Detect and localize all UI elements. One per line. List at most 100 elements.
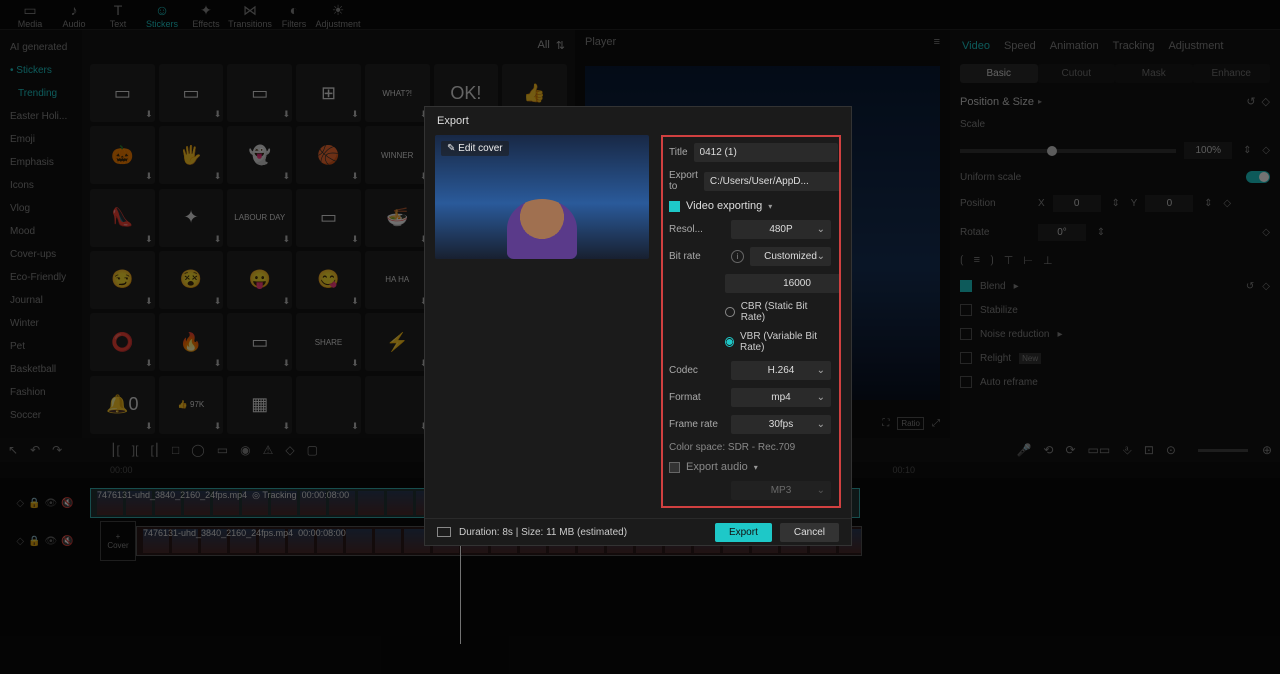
sticker-tile[interactable]: 😏⬇ bbox=[90, 251, 155, 309]
keyframe-icon[interactable]: ◇ bbox=[1262, 227, 1270, 238]
sticker-tile[interactable]: LABOUR DAY⬇ bbox=[227, 189, 292, 247]
tab-animation[interactable]: Animation bbox=[1050, 40, 1099, 52]
sidebar-item[interactable]: Icons bbox=[0, 174, 82, 197]
keyframe-icon[interactable]: ◇ bbox=[1262, 145, 1270, 156]
tool-text[interactable]: TText bbox=[96, 2, 140, 29]
sticker-tile[interactable]: ▦⬇ bbox=[227, 376, 292, 434]
kbps-input[interactable] bbox=[725, 274, 841, 293]
stepper-icon[interactable]: ⇕ bbox=[1094, 227, 1108, 238]
tl-tool-icon[interactable]: ▭ bbox=[217, 443, 228, 457]
tl-tool-icon[interactable]: ↶ bbox=[30, 443, 40, 457]
resolution-select[interactable]: 480P bbox=[731, 220, 831, 239]
tl-tool-icon[interactable]: □ bbox=[172, 443, 179, 457]
cover-button[interactable]: +Cover bbox=[100, 521, 136, 561]
subtab-mask[interactable]: Mask bbox=[1115, 64, 1193, 83]
tl-tool-icon[interactable]: ↖ bbox=[8, 443, 18, 457]
sidebar-item[interactable]: Vlog bbox=[0, 197, 82, 220]
info-icon[interactable]: i bbox=[731, 250, 744, 263]
tl-tool-icon[interactable]: ⊡ bbox=[1144, 443, 1154, 458]
rotate-input[interactable] bbox=[1038, 224, 1086, 241]
sticker-tile[interactable]: ⊞⬇ bbox=[296, 64, 361, 122]
pos-x-input[interactable] bbox=[1053, 195, 1101, 212]
stepper-icon[interactable]: ⇕ bbox=[1109, 198, 1123, 209]
cover-preview[interactable]: ✎ Edit cover bbox=[435, 135, 649, 259]
tl-tool-icon[interactable]: 🎤 bbox=[1016, 443, 1031, 458]
audio-export-check[interactable] bbox=[669, 462, 680, 473]
sidebar-item[interactable]: Emphasis bbox=[0, 151, 82, 174]
tl-tool-icon[interactable]: ◉ bbox=[240, 443, 250, 457]
tab-video[interactable]: Video bbox=[962, 40, 990, 52]
tl-tool-icon[interactable]: ↷ bbox=[52, 443, 62, 457]
title-input[interactable] bbox=[694, 143, 838, 162]
subtab-enhance[interactable]: Enhance bbox=[1193, 64, 1271, 83]
sticker-tile[interactable]: 🖐⬇ bbox=[159, 126, 224, 184]
track-controls[interactable]: ◇🔒👁🔇 bbox=[0, 498, 90, 509]
relight-check[interactable] bbox=[960, 352, 972, 364]
subtab-cutout[interactable]: Cutout bbox=[1038, 64, 1116, 83]
tool-stickers[interactable]: ☺Stickers bbox=[140, 2, 184, 29]
tl-tool-icon[interactable]: ⎀ bbox=[1122, 443, 1132, 458]
sidebar-item[interactable]: Pet bbox=[0, 335, 82, 358]
reset-icon[interactable]: ↺ bbox=[1246, 95, 1255, 108]
zoom-fit-icon[interactable]: ⊕ bbox=[1262, 443, 1272, 457]
align-buttons[interactable]: ⟮≡⟯⊤⊢⊥ bbox=[960, 250, 1270, 271]
pos-y-input[interactable] bbox=[1145, 195, 1193, 212]
sidebar-item[interactable]: Winter bbox=[0, 312, 82, 335]
noise-check[interactable] bbox=[960, 328, 972, 340]
stepper-icon[interactable]: ⇕ bbox=[1240, 145, 1254, 156]
sidebar-item[interactable]: Fashion bbox=[0, 381, 82, 404]
tab-tracking[interactable]: Tracking bbox=[1113, 40, 1155, 52]
sidebar-item[interactable]: Journal bbox=[0, 289, 82, 312]
sidebar-item[interactable]: Eco-Friendly bbox=[0, 266, 82, 289]
blend-check[interactable] bbox=[960, 280, 972, 292]
sidebar-item[interactable]: Easter Holi... bbox=[0, 105, 82, 128]
autoreframe-check[interactable] bbox=[960, 376, 972, 388]
tl-tool-icon[interactable]: ▢ bbox=[307, 443, 318, 457]
sidebar-item[interactable]: Basketball bbox=[0, 358, 82, 381]
sticker-tile[interactable]: WINNER⬇ bbox=[365, 126, 430, 184]
sticker-tile[interactable]: 😋⬇ bbox=[296, 251, 361, 309]
sticker-tile[interactable]: ⬇ bbox=[365, 376, 430, 434]
sticker-tile[interactable]: ▭⬇ bbox=[90, 64, 155, 122]
codec-select[interactable]: H.264 bbox=[731, 361, 831, 380]
scale-input[interactable] bbox=[1184, 142, 1232, 159]
exportpath-input[interactable] bbox=[704, 172, 841, 191]
zoom-slider[interactable] bbox=[1198, 449, 1248, 452]
sticker-tile[interactable]: ⬇ bbox=[296, 376, 361, 434]
sticker-tile[interactable]: WHAT?!⬇ bbox=[365, 64, 430, 122]
sticker-tile[interactable]: HA HA⬇ bbox=[365, 251, 430, 309]
fullscreen-icon[interactable]: ⤢ bbox=[932, 418, 940, 429]
sort-icon[interactable]: ⇅ bbox=[556, 39, 565, 52]
sidebar-item[interactable]: Cover-ups bbox=[0, 243, 82, 266]
sidebar-item[interactable]: AI generated bbox=[0, 36, 82, 59]
sticker-tile[interactable]: 🎃⬇ bbox=[90, 126, 155, 184]
sticker-tile[interactable]: 😵⬇ bbox=[159, 251, 224, 309]
sticker-tile[interactable]: ⚡⬇ bbox=[365, 313, 430, 371]
sticker-tile[interactable]: 👍 97K⬇ bbox=[159, 376, 224, 434]
all-label[interactable]: All bbox=[538, 39, 550, 51]
sticker-tile[interactable]: ▭⬇ bbox=[227, 64, 292, 122]
tl-tool-icon[interactable]: ⎮[ bbox=[110, 443, 120, 457]
video-export-check[interactable] bbox=[669, 201, 680, 212]
tl-tool-icon[interactable]: ▭▭ bbox=[1088, 443, 1111, 458]
tl-tool-icon[interactable]: ][ bbox=[132, 443, 139, 457]
keyframe-icon[interactable]: ◇ bbox=[1262, 95, 1270, 108]
tool-transitions[interactable]: ⋈Transitions bbox=[228, 2, 272, 29]
sticker-tile[interactable]: 😛⬇ bbox=[227, 251, 292, 309]
tl-tool-icon[interactable]: [⎮ bbox=[150, 443, 160, 457]
uniform-toggle[interactable] bbox=[1246, 171, 1270, 183]
scale-slider[interactable] bbox=[960, 149, 1176, 153]
keyframe-icon[interactable]: ◇ bbox=[1223, 198, 1231, 209]
crop-icon[interactable]: ⛶ bbox=[882, 418, 889, 429]
sticker-tile[interactable]: ▭⬇ bbox=[159, 64, 224, 122]
sticker-tile[interactable]: 👻⬇ bbox=[227, 126, 292, 184]
vbr-radio[interactable] bbox=[725, 337, 734, 347]
tool-media[interactable]: ▭Media bbox=[8, 2, 52, 29]
tool-adjustment[interactable]: ☀Adjustment bbox=[316, 2, 360, 29]
sticker-tile[interactable]: SHARE⬇ bbox=[296, 313, 361, 371]
cancel-button[interactable]: Cancel bbox=[780, 523, 839, 542]
track-controls[interactable]: ◇🔒👁🔇 bbox=[0, 536, 90, 547]
sticker-tile[interactable]: 🏀⬇ bbox=[296, 126, 361, 184]
sticker-tile[interactable]: ▭⬇ bbox=[227, 313, 292, 371]
sticker-tile[interactable]: 🔔0⬇ bbox=[90, 376, 155, 434]
